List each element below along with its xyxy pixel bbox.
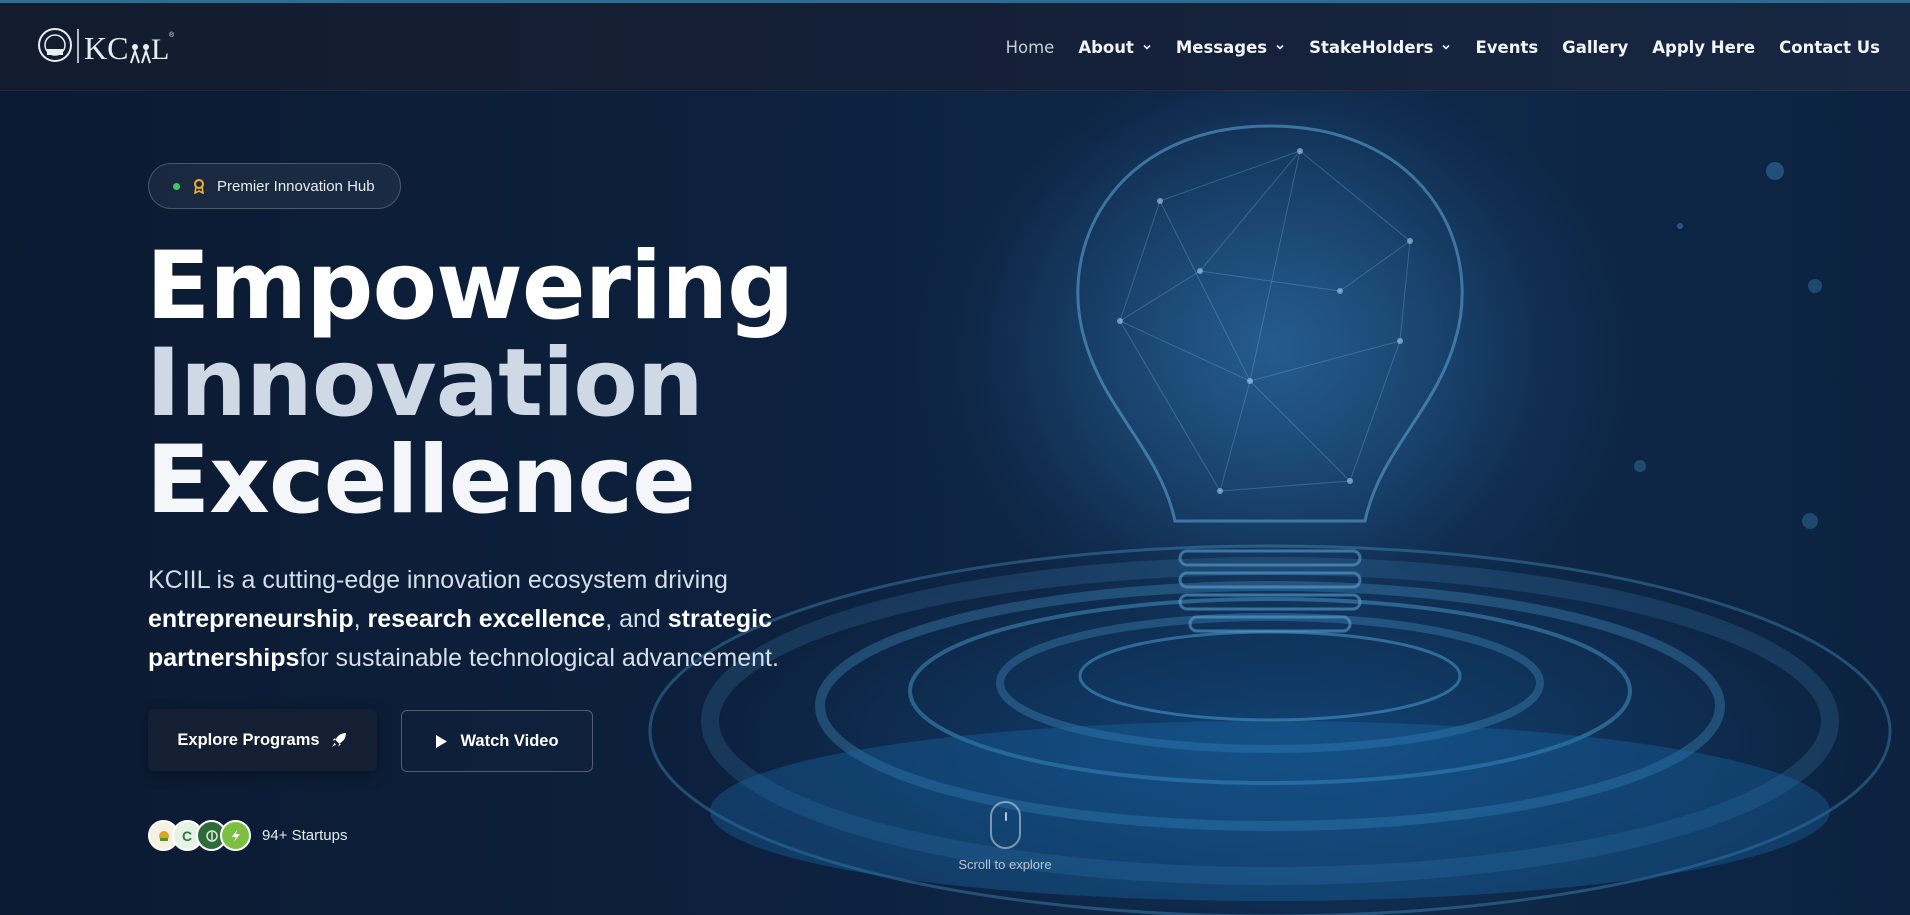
mouse-icon xyxy=(989,801,1021,849)
nav-messages[interactable]: Messages xyxy=(1176,38,1285,57)
desc-part-2: for sustainable technological advancemen… xyxy=(299,644,779,672)
headline-line-1: Empowering xyxy=(146,232,794,341)
chevron-down-icon xyxy=(1143,44,1151,50)
nav-stakeholders-label: StakeHolders xyxy=(1309,37,1434,57)
nav-apply-here[interactable]: Apply Here xyxy=(1652,38,1755,57)
nav-apply-here-label: Apply Here xyxy=(1652,37,1756,57)
svg-text:KC: KC xyxy=(84,30,128,66)
startup-logo-4-icon xyxy=(220,820,251,851)
desc-part-1: KCIIL is a cutting-edge innovation ecosy… xyxy=(148,566,728,594)
nav-events[interactable]: Events xyxy=(1475,38,1538,57)
nav-home[interactable]: Home xyxy=(1006,38,1055,57)
headline-line-2: Innovation xyxy=(146,329,704,438)
nav-messages-label: Messages xyxy=(1175,37,1268,57)
desc-bold-research: research excellence xyxy=(367,605,606,633)
startup-avatars: C xyxy=(148,820,251,851)
play-icon xyxy=(436,734,448,748)
status-dot-icon xyxy=(173,182,180,190)
nav-gallery[interactable]: Gallery xyxy=(1562,38,1628,57)
nav-contact-us[interactable]: Contact Us xyxy=(1779,38,1880,57)
nav-about-label: About xyxy=(1078,37,1134,57)
nav-home-label: Home xyxy=(1005,37,1055,57)
main-nav: Home About Messages StakeHolders Events … xyxy=(982,3,1880,91)
nav-gallery-label: Gallery xyxy=(1562,37,1629,57)
navbar: KC L ® Home About Messages StakeHolders … xyxy=(0,3,1910,91)
nav-contact-us-label: Contact Us xyxy=(1779,37,1880,57)
desc-bold-entrepreneurship: entrepreneurship xyxy=(148,605,354,633)
svg-text:C: C xyxy=(182,828,192,844)
desc-sep-1: , xyxy=(353,605,368,633)
hero-description: KCIIL is a cutting-edge innovation ecosy… xyxy=(148,561,828,678)
startups-count: 94+ Startups xyxy=(262,827,348,844)
hero-section: KC L ® Home About Messages StakeHolders … xyxy=(0,0,1910,915)
nav-about[interactable]: About xyxy=(1078,38,1152,57)
scroll-indicator[interactable]: Scroll to explore xyxy=(955,801,1055,872)
scroll-hint-label: Scroll to explore xyxy=(958,857,1052,872)
watch-video-label: Watch Video xyxy=(460,731,559,750)
logo-emblem-icon: KC L ® xyxy=(38,28,175,66)
desc-sep-2: , and xyxy=(605,605,668,633)
chevron-down-icon xyxy=(1276,44,1284,50)
startups-summary: C 94+ Startups xyxy=(148,820,347,851)
svg-text:®: ® xyxy=(169,31,175,39)
nav-stakeholders[interactable]: StakeHolders xyxy=(1309,38,1451,57)
hero-headline: Empowering Innovation Excellence xyxy=(146,232,794,535)
explore-programs-label: Explore Programs xyxy=(177,730,320,749)
rocket-icon xyxy=(331,733,346,747)
chevron-down-icon xyxy=(1442,44,1451,50)
explore-programs-button[interactable]: Explore Programs xyxy=(148,709,377,771)
nav-events-label: Events xyxy=(1475,37,1539,57)
headline-line-3: Excellence xyxy=(146,426,696,535)
watch-video-button[interactable]: Watch Video xyxy=(401,710,593,772)
premier-hub-badge: Premier Innovation Hub xyxy=(148,163,401,209)
award-icon xyxy=(194,178,204,194)
site-logo[interactable]: KC L ® xyxy=(36,23,181,71)
badge-label: Premier Innovation Hub xyxy=(217,177,375,195)
svg-text:L: L xyxy=(151,33,169,66)
